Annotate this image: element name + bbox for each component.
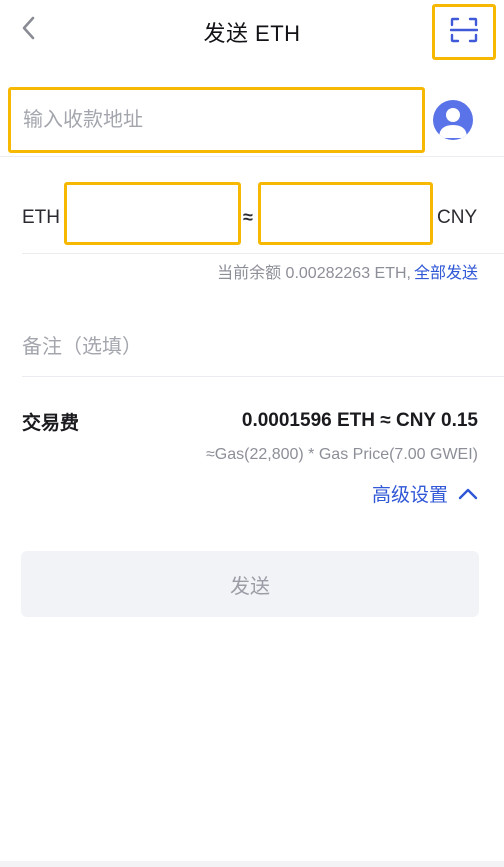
page-title: 发送 ETH [203, 21, 301, 46]
address-input[interactable] [11, 90, 422, 150]
eth-unit-label: ETH [22, 207, 60, 228]
fee-value: 0.0001596 ETH ≈ CNY 0.15 [241, 410, 478, 431]
advanced-settings-label: 高级设置 [371, 485, 448, 506]
scan-qr-icon [449, 17, 479, 48]
chevron-up-icon [458, 488, 478, 500]
eth-amount-field[interactable] [64, 182, 241, 245]
bottom-edge [0, 861, 504, 867]
top-bar: 发送 ETH [0, 0, 504, 62]
address-field[interactable] [8, 87, 425, 153]
divider [22, 376, 504, 377]
advanced-settings-toggle[interactable]: 高级设置 [372, 480, 478, 507]
divider [22, 253, 504, 254]
send-button[interactable]: 发送 [21, 551, 479, 617]
cny-amount-input[interactable] [261, 185, 430, 242]
send-all-link[interactable]: 全部发送 [414, 265, 478, 282]
balance-text: 当前余额 0.00282263 ETH, [217, 265, 411, 282]
eth-amount-input[interactable] [67, 185, 238, 242]
cny-amount-field[interactable] [258, 182, 433, 245]
memo-input[interactable]: 备注（选填） [22, 330, 142, 359]
divider [0, 156, 504, 157]
contact-avatar-icon[interactable] [433, 100, 473, 140]
balance-info: 当前余额 0.00282263 ETH, 全部发送 [217, 259, 478, 283]
gas-formula: ≈Gas(22,800) * Gas Price(7.00 GWEI) [206, 446, 478, 463]
cny-unit-label: CNY [437, 207, 478, 228]
fee-label: 交易费 [22, 413, 80, 434]
approx-sign: ≈ [243, 207, 253, 227]
scan-button[interactable] [432, 4, 496, 60]
